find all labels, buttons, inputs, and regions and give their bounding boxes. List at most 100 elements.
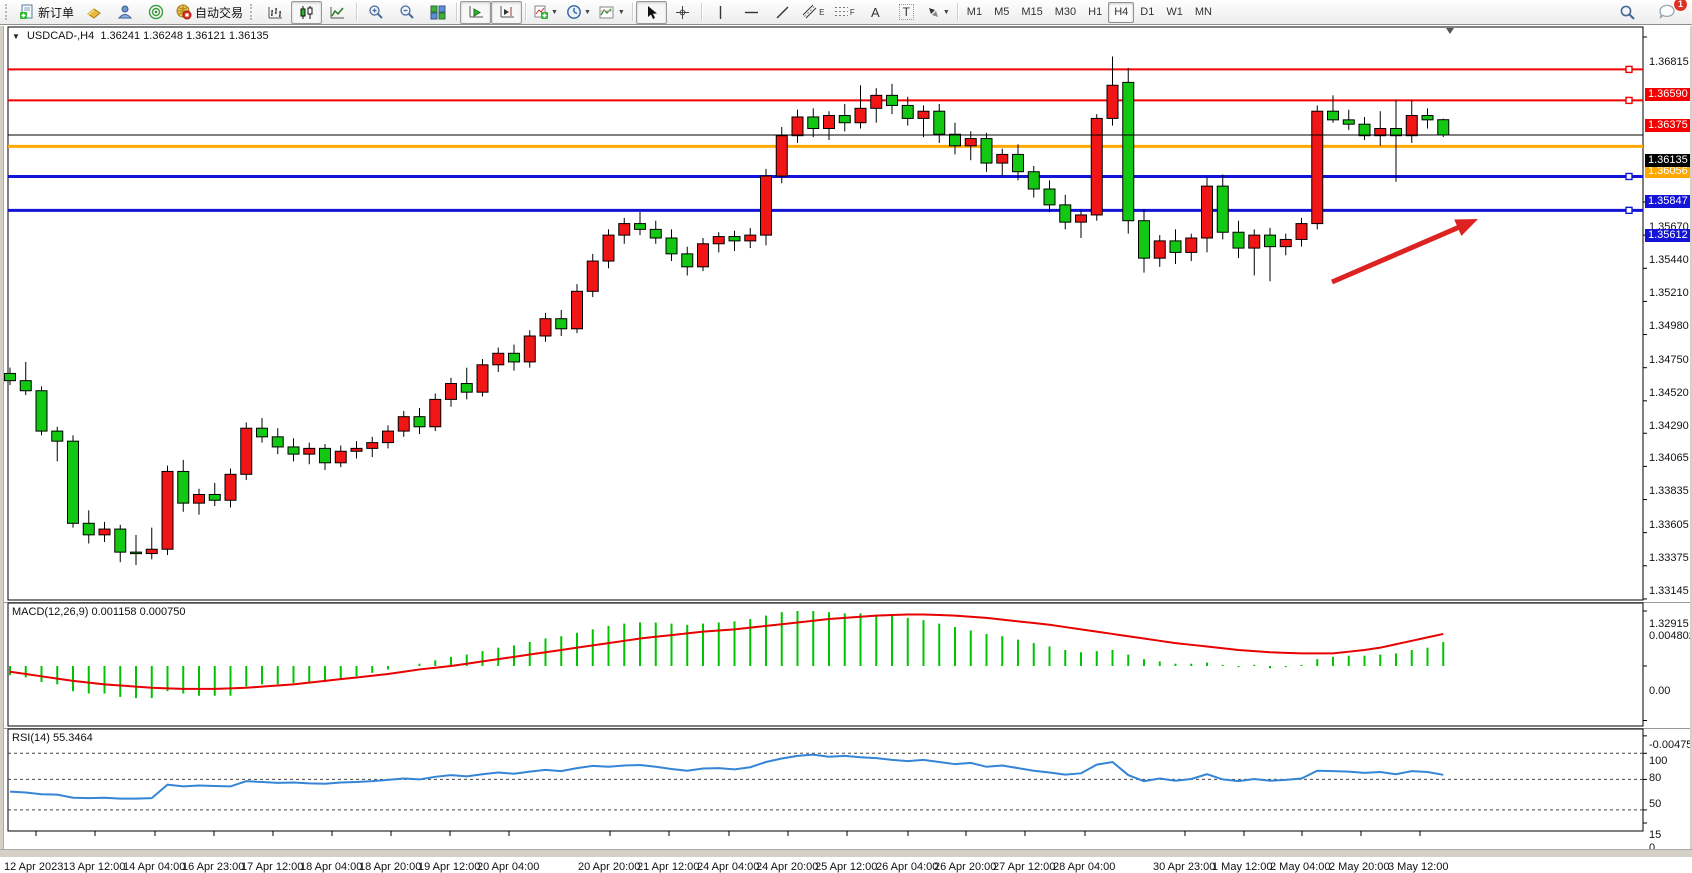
line-drag-marker (1626, 97, 1632, 103)
person-icon (117, 4, 133, 20)
auto-scroll-button[interactable] (460, 1, 491, 24)
toolbar-separator (632, 3, 633, 21)
candle-body (414, 417, 425, 427)
timeframe-button-H4[interactable]: H4 (1108, 2, 1134, 23)
toolbar-separator (957, 3, 958, 21)
fibonacci-tool[interactable]: F (829, 1, 860, 24)
timeframe-button-M5[interactable]: M5 (988, 2, 1015, 23)
price-axis-label-1.35210: 1.35210 (1649, 287, 1689, 299)
candle-body (1233, 232, 1244, 248)
trend-arrow-head[interactable] (1454, 219, 1478, 236)
time-axis-label: 30 Apr 23:00 (1153, 861, 1215, 873)
candle-body (162, 471, 173, 549)
macd-axis-label: 0.004802 (1649, 630, 1692, 642)
timeframe-button-M1[interactable]: M1 (961, 2, 988, 23)
indicators-button[interactable]: ▼ (529, 1, 562, 24)
toolbar-grip[interactable] (250, 4, 257, 20)
candle-body (1422, 116, 1433, 120)
line-drag-marker (1626, 173, 1632, 179)
time-axis-label: 13 Apr 12:00 (63, 861, 125, 873)
candle-body (288, 447, 299, 454)
time-axis-label: 3 May 12:00 (1388, 861, 1449, 873)
candlestick-chart-button[interactable] (291, 1, 322, 24)
text-tool[interactable]: A (860, 1, 891, 24)
webphone-button[interactable] (140, 1, 171, 24)
price-line-label-1.36056: 1.36056 (1645, 165, 1692, 178)
candle-body (304, 448, 315, 454)
channel-tool[interactable]: E (798, 1, 829, 24)
line-chart-button[interactable] (322, 1, 353, 24)
time-axis-label: 12 Apr 2023 (4, 861, 63, 873)
trend-arrow-shaft[interactable] (1332, 223, 1469, 282)
candle-body (666, 238, 677, 254)
chart-window[interactable]: ▼ USDCAD-,H4 1.36241 1.36248 1.36121 1.3… (0, 26, 1692, 856)
candle-body (1170, 241, 1181, 253)
candle-body (1359, 124, 1370, 136)
candle-body (524, 336, 535, 362)
autotrading-button[interactable]: 自动交易 (171, 1, 247, 24)
search-button[interactable] (1612, 1, 1643, 24)
timeframe-button-M15[interactable]: M15 (1015, 2, 1048, 23)
window-edge-left (0, 26, 4, 856)
candle-body (1249, 235, 1260, 248)
price-line-label-1.36590: 1.36590 (1645, 88, 1692, 101)
timeframe-button-M30[interactable]: M30 (1049, 2, 1082, 23)
data-window-button[interactable] (109, 1, 140, 24)
candle-body (1438, 120, 1449, 135)
candle-body (36, 391, 47, 431)
candle-body (1060, 205, 1071, 222)
candle-body (1296, 224, 1307, 240)
price-chart-canvas[interactable] (0, 26, 1692, 856)
trendline-tool[interactable] (767, 1, 798, 24)
price-line-label-1.35612: 1.35612 (1645, 229, 1692, 242)
candle-body (178, 471, 189, 503)
candle-body (776, 136, 787, 176)
horizontal-line-tool[interactable] (736, 1, 767, 24)
cursor-button[interactable] (636, 1, 667, 24)
market-watch-button[interactable] (78, 1, 109, 24)
price-axis-label-1.34065: 1.34065 (1649, 452, 1689, 464)
candle-body (934, 111, 945, 134)
timeframe-button-W1[interactable]: W1 (1160, 2, 1189, 23)
bar-chart-button[interactable] (260, 1, 291, 24)
chevron-down-icon: ▼ (551, 9, 558, 16)
candle-body (918, 111, 929, 118)
clock-icon (566, 4, 582, 20)
timeframe-button-D1[interactable]: D1 (1134, 2, 1160, 23)
time-axis-label: 25 Apr 12:00 (815, 861, 877, 873)
zoom-out-button[interactable] (391, 1, 422, 24)
periods-button[interactable]: ▼ (562, 1, 595, 24)
timeframe-button-MN[interactable]: MN (1189, 2, 1218, 23)
price-axis-label-1.33375: 1.33375 (1649, 552, 1689, 564)
price-axis-label-1.34750: 1.34750 (1649, 354, 1689, 366)
cursor-icon (645, 5, 658, 20)
text-label-tool[interactable]: T (891, 1, 922, 24)
tile-windows-button[interactable] (422, 1, 453, 24)
candle-body (209, 494, 220, 500)
zoom-out-icon (399, 4, 415, 20)
time-axis-label: 20 Apr 20:00 (578, 861, 640, 873)
indicators-icon (533, 4, 549, 20)
arrows-tool[interactable]: ▼ (922, 1, 954, 24)
candle-body (745, 235, 756, 241)
price-axis-label-1.34980: 1.34980 (1649, 320, 1689, 332)
timeframe-button-H1[interactable]: H1 (1082, 2, 1108, 23)
candle-body (272, 437, 283, 447)
toolbar-grip[interactable] (5, 4, 12, 20)
ohlc-low: 1.36121 (186, 30, 226, 42)
candle-body (335, 451, 346, 463)
templates-button[interactable]: ▼ (595, 1, 629, 24)
new-order-button[interactable]: 新订单 (15, 1, 78, 24)
vertical-line-tool[interactable] (705, 1, 736, 24)
candle-body (556, 319, 567, 329)
collapse-triangle-icon[interactable]: ▼ (12, 32, 20, 41)
chart-shift-button[interactable] (491, 1, 522, 24)
candle-body (729, 237, 740, 241)
ohlc-close: 1.36135 (229, 30, 269, 42)
candle-body (887, 95, 898, 105)
zoom-in-button[interactable] (360, 1, 391, 24)
notifications-button[interactable]: 1 (1651, 1, 1682, 24)
candle-body (824, 116, 835, 129)
candle-body (619, 224, 630, 236)
crosshair-button[interactable] (667, 1, 698, 24)
